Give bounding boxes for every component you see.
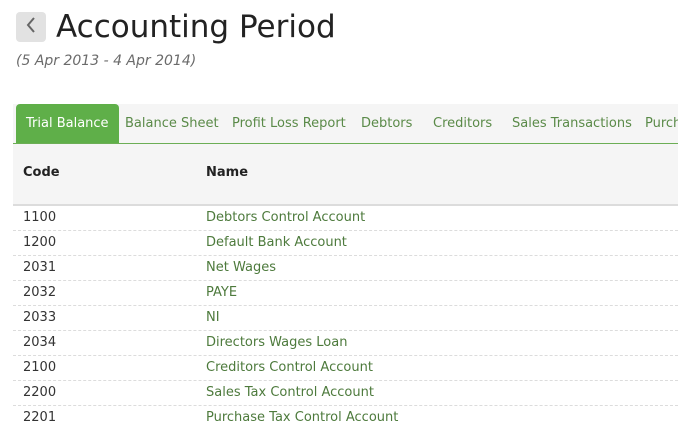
account-name-link[interactable]: Default Bank Account — [206, 235, 347, 251]
table-row[interactable]: 2100 Creditors Control Account — [13, 356, 678, 381]
tab-profit-loss-report[interactable]: Profit Loss Report — [232, 104, 346, 143]
account-name-link[interactable]: Net Wages — [206, 260, 276, 276]
table-row[interactable]: 2201 Purchase Tax Control Account — [13, 406, 678, 422]
account-code: 2200 — [23, 385, 57, 400]
account-code: 2031 — [23, 260, 57, 275]
account-code: 2033 — [23, 310, 57, 325]
tab-trial-balance[interactable]: Trial Balance — [16, 104, 119, 143]
account-code: 2201 — [23, 410, 57, 422]
account-code: 2034 — [23, 335, 57, 350]
tab-creditors[interactable]: Creditors — [433, 104, 492, 143]
page-title: Accounting Period — [56, 9, 336, 45]
table-row[interactable]: 1200 Default Bank Account — [13, 231, 678, 256]
account-name-link[interactable]: Directors Wages Loan — [206, 335, 347, 351]
tab-purchases[interactable]: Purchases — [645, 104, 678, 143]
account-code: 2032 — [23, 285, 57, 300]
period-range: (5 Apr 2013 - 4 Apr 2014) — [16, 53, 197, 69]
table-row[interactable]: 2031 Net Wages — [13, 256, 678, 281]
chevron-left-icon — [25, 16, 37, 38]
account-name-link[interactable]: Creditors Control Account — [206, 360, 373, 376]
report-tabs: Trial Balance Balance Sheet Profit Loss … — [13, 104, 678, 144]
table-row[interactable]: 2034 Directors Wages Loan — [13, 331, 678, 356]
account-name-link[interactable]: Debtors Control Account — [206, 210, 365, 226]
tab-debtors[interactable]: Debtors — [361, 104, 412, 143]
column-header-code[interactable]: Code — [23, 164, 60, 182]
tab-sales-transactions[interactable]: Sales Transactions — [512, 104, 632, 143]
table-row[interactable]: 2200 Sales Tax Control Account — [13, 381, 678, 406]
account-name-link[interactable]: NI — [206, 310, 220, 326]
table-row[interactable]: 2033 NI — [13, 306, 678, 331]
account-code: 2100 — [23, 360, 57, 375]
tab-balance-sheet[interactable]: Balance Sheet — [125, 104, 219, 143]
account-code: 1100 — [23, 210, 57, 225]
table-row[interactable]: 2032 PAYE — [13, 281, 678, 306]
table-header: Code Name — [13, 144, 678, 206]
column-header-name[interactable]: Name — [206, 164, 248, 182]
account-name-link[interactable]: PAYE — [206, 285, 237, 301]
table-row[interactable]: 1100 Debtors Control Account — [13, 206, 678, 231]
back-button[interactable] — [16, 12, 46, 42]
account-name-link[interactable]: Sales Tax Control Account — [206, 385, 374, 401]
accounts-table-body: 1100 Debtors Control Account 1200 Defaul… — [13, 206, 678, 422]
account-name-link[interactable]: Purchase Tax Control Account — [206, 410, 398, 422]
account-code: 1200 — [23, 235, 57, 250]
